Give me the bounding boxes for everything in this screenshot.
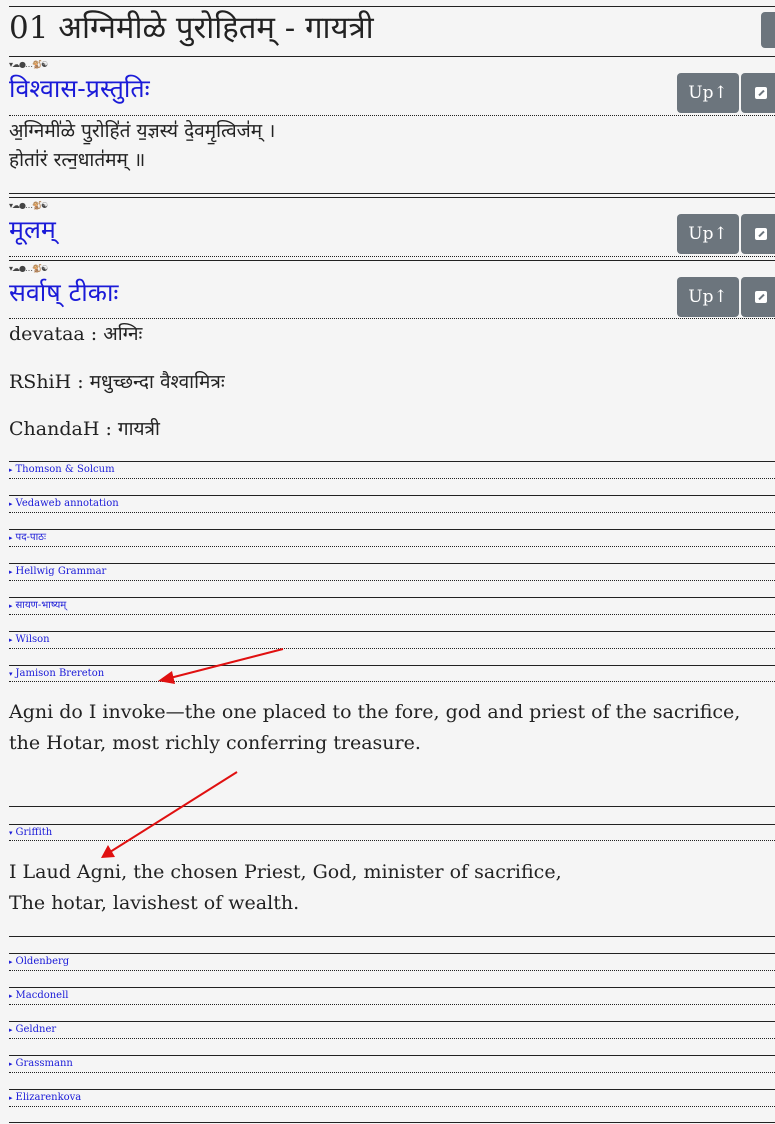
annotation-arrowhead bbox=[158, 671, 175, 684]
annotation-arrows bbox=[101, 648, 284, 858]
annotation-arrow-line bbox=[169, 648, 284, 679]
annotation-arrow-line bbox=[109, 771, 238, 853]
annotation-arrowhead bbox=[101, 845, 115, 858]
